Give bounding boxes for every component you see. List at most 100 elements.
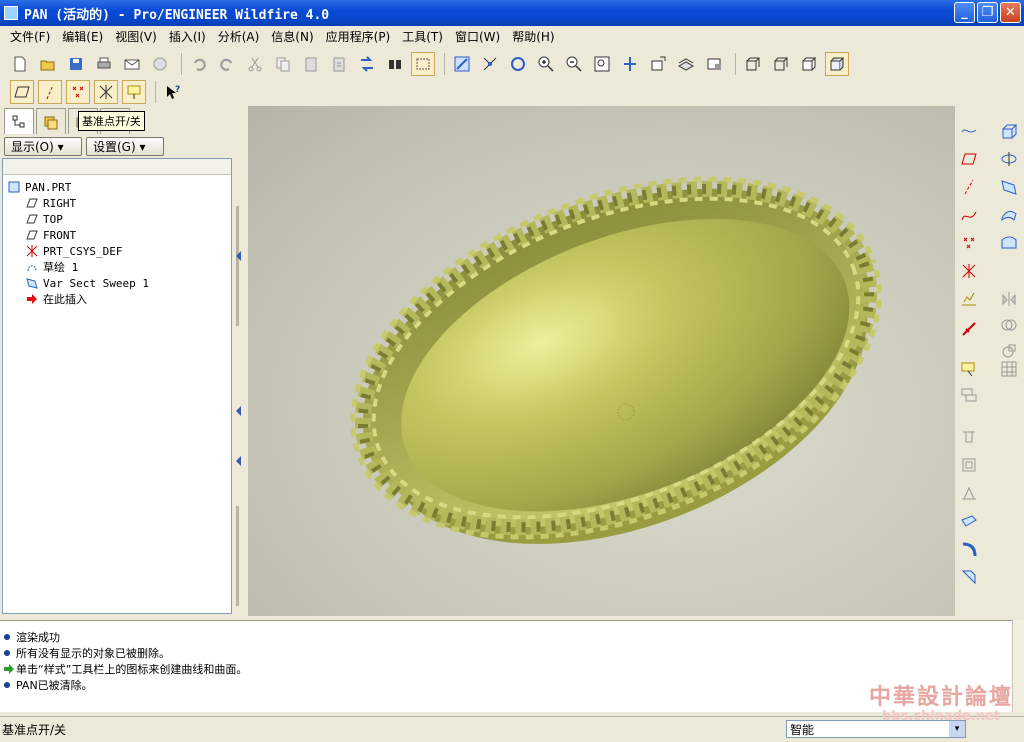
orient-mode-icon[interactable] <box>506 52 530 76</box>
model-tree[interactable]: PAN.PRT RIGHT TOP FRONT PRT_CSYS_DEF 草绘 … <box>2 158 232 614</box>
tree-item-sketch[interactable]: 草绘 1 <box>25 259 78 275</box>
message-area: 渲染成功 所有没有显示的对象已被删除。 单击“样式”工具栏上的图标来创建曲线和曲… <box>0 620 1012 712</box>
zoom-out-icon[interactable] <box>562 52 586 76</box>
datum-axis-tool-icon[interactable] <box>958 176 980 198</box>
group-icon[interactable] <box>958 384 980 406</box>
mirror-tool-icon[interactable] <box>998 288 1020 310</box>
find-icon[interactable] <box>383 52 407 76</box>
datum-csys-tool-icon[interactable] <box>958 260 980 282</box>
datum-point-tool-icon[interactable] <box>958 232 980 254</box>
collapse-arrow-icon[interactable] <box>236 251 241 261</box>
graphics-window[interactable] <box>248 106 955 616</box>
shell-tool-icon[interactable] <box>958 454 980 476</box>
collapse-arrow-icon[interactable] <box>236 406 241 416</box>
refit-icon[interactable] <box>590 52 614 76</box>
paste-icon[interactable] <box>299 52 323 76</box>
menu-tools[interactable]: 工具(T) <box>396 28 449 45</box>
cut-icon[interactable] <box>243 52 267 76</box>
menu-file[interactable]: 文件(F) <box>4 28 56 45</box>
email-icon[interactable] <box>120 52 144 76</box>
datum-plane-toggle-icon[interactable] <box>10 80 34 104</box>
tab-folder-browser[interactable] <box>36 108 66 134</box>
hole-tool-icon[interactable] <box>958 426 980 448</box>
datum-plane-icon <box>25 228 39 242</box>
tree-item-front[interactable]: FRONT <box>25 227 76 243</box>
title-bar[interactable]: PAN (活动的) - Pro/ENGINEER Wildfire 4.0 _ … <box>0 0 1024 26</box>
tooltip: 基准点开/关 <box>78 111 145 131</box>
repaint-icon[interactable] <box>450 52 474 76</box>
open-file-icon[interactable] <box>36 52 60 76</box>
panel-splitter[interactable] <box>233 106 248 616</box>
sweep-tool-icon[interactable] <box>998 176 1020 198</box>
draft-tool-icon[interactable] <box>958 510 980 532</box>
layers-icon[interactable] <box>674 52 698 76</box>
tab-model-tree[interactable] <box>4 108 34 134</box>
rib-tool-icon[interactable] <box>958 482 980 504</box>
menu-view[interactable]: 视图(V) <box>109 28 163 45</box>
minimize-button[interactable]: _ <box>954 2 975 23</box>
context-help-icon[interactable]: ? <box>161 80 185 104</box>
settings-menu-button[interactable]: 设置(G) ▾ <box>86 137 164 156</box>
tree-item-label: RIGHT <box>43 196 77 210</box>
trim-tool-icon[interactable] <box>958 318 980 340</box>
datum-plane-tool-icon[interactable] <box>958 148 980 170</box>
saved-views-icon[interactable] <box>646 52 670 76</box>
boundary-blend-tool-icon[interactable] <box>998 232 1020 254</box>
csys-icon <box>25 244 39 258</box>
pan-model[interactable] <box>248 106 955 616</box>
annotation-toggle-icon[interactable] <box>122 80 146 104</box>
analysis-feature-icon[interactable] <box>958 288 980 310</box>
chamfer-tool-icon[interactable] <box>958 566 980 588</box>
merge-tool-icon[interactable] <box>998 314 1020 336</box>
paste-special-icon[interactable] <box>327 52 351 76</box>
close-button[interactable]: ✕ <box>1000 2 1021 23</box>
tree-item-label: FRONT <box>43 228 77 242</box>
sketched-curve-tool-icon[interactable] <box>958 204 980 226</box>
zoom-in-icon[interactable] <box>534 52 558 76</box>
copy-icon[interactable] <box>271 52 295 76</box>
show-menu-button[interactable]: 显示(O) ▾ <box>4 137 82 156</box>
regenerate-icon[interactable] <box>355 52 379 76</box>
extrude-tool-icon[interactable] <box>998 120 1020 142</box>
insert-note-icon[interactable] <box>958 358 980 380</box>
datum-axis-toggle-icon[interactable] <box>38 80 62 104</box>
print-icon[interactable] <box>92 52 116 76</box>
spin-center-icon[interactable] <box>478 52 502 76</box>
tree-item-csys[interactable]: PRT_CSYS_DEF <box>25 243 122 259</box>
tree-item-top[interactable]: TOP <box>25 211 63 227</box>
revolve-tool-icon[interactable] <box>998 148 1020 170</box>
datum-point-toggle-icon[interactable] <box>66 80 90 104</box>
round-tool-icon[interactable] <box>958 538 980 560</box>
maximize-button[interactable]: ❐ <box>977 2 998 23</box>
select-box-icon[interactable] <box>411 52 435 76</box>
new-file-icon[interactable] <box>8 52 32 76</box>
no-hidden-icon[interactable] <box>797 52 821 76</box>
pattern-tool-icon[interactable] <box>998 358 1020 380</box>
datum-curve-tool-icon[interactable] <box>958 120 980 142</box>
blend-tool-icon[interactable] <box>998 204 1020 226</box>
save-icon[interactable] <box>64 52 88 76</box>
tree-item-insert-here[interactable]: 在此插入 <box>25 291 87 307</box>
sketch-icon <box>25 260 39 274</box>
collapse-arrow-icon[interactable] <box>236 456 241 466</box>
shading-icon[interactable] <box>825 52 849 76</box>
tree-item-var-sect-sweep[interactable]: Var Sect Sweep 1 <box>25 275 149 291</box>
menu-analysis[interactable]: 分析(A) <box>212 28 266 45</box>
menu-edit[interactable]: 编辑(E) <box>56 28 109 45</box>
tree-item-right[interactable]: RIGHT <box>25 195 76 211</box>
undo-icon[interactable] <box>187 52 211 76</box>
wireframe-icon[interactable] <box>741 52 765 76</box>
menu-info[interactable]: 信息(N) <box>265 28 319 45</box>
hidden-line-icon[interactable] <box>769 52 793 76</box>
redo-icon[interactable] <box>215 52 239 76</box>
menu-insert[interactable]: 插入(I) <box>163 28 212 45</box>
tree-item-part[interactable]: PAN.PRT <box>7 179 71 195</box>
menu-applications[interactable]: 应用程序(P) <box>320 28 397 45</box>
menu-help[interactable]: 帮助(H) <box>506 28 560 45</box>
reorient-icon[interactable] <box>618 52 642 76</box>
email-link-icon[interactable] <box>148 52 172 76</box>
view-manager-icon[interactable] <box>702 52 726 76</box>
csys-toggle-icon[interactable] <box>94 80 118 104</box>
menu-window[interactable]: 窗口(W) <box>449 28 506 45</box>
toolbar-separator <box>155 81 156 103</box>
